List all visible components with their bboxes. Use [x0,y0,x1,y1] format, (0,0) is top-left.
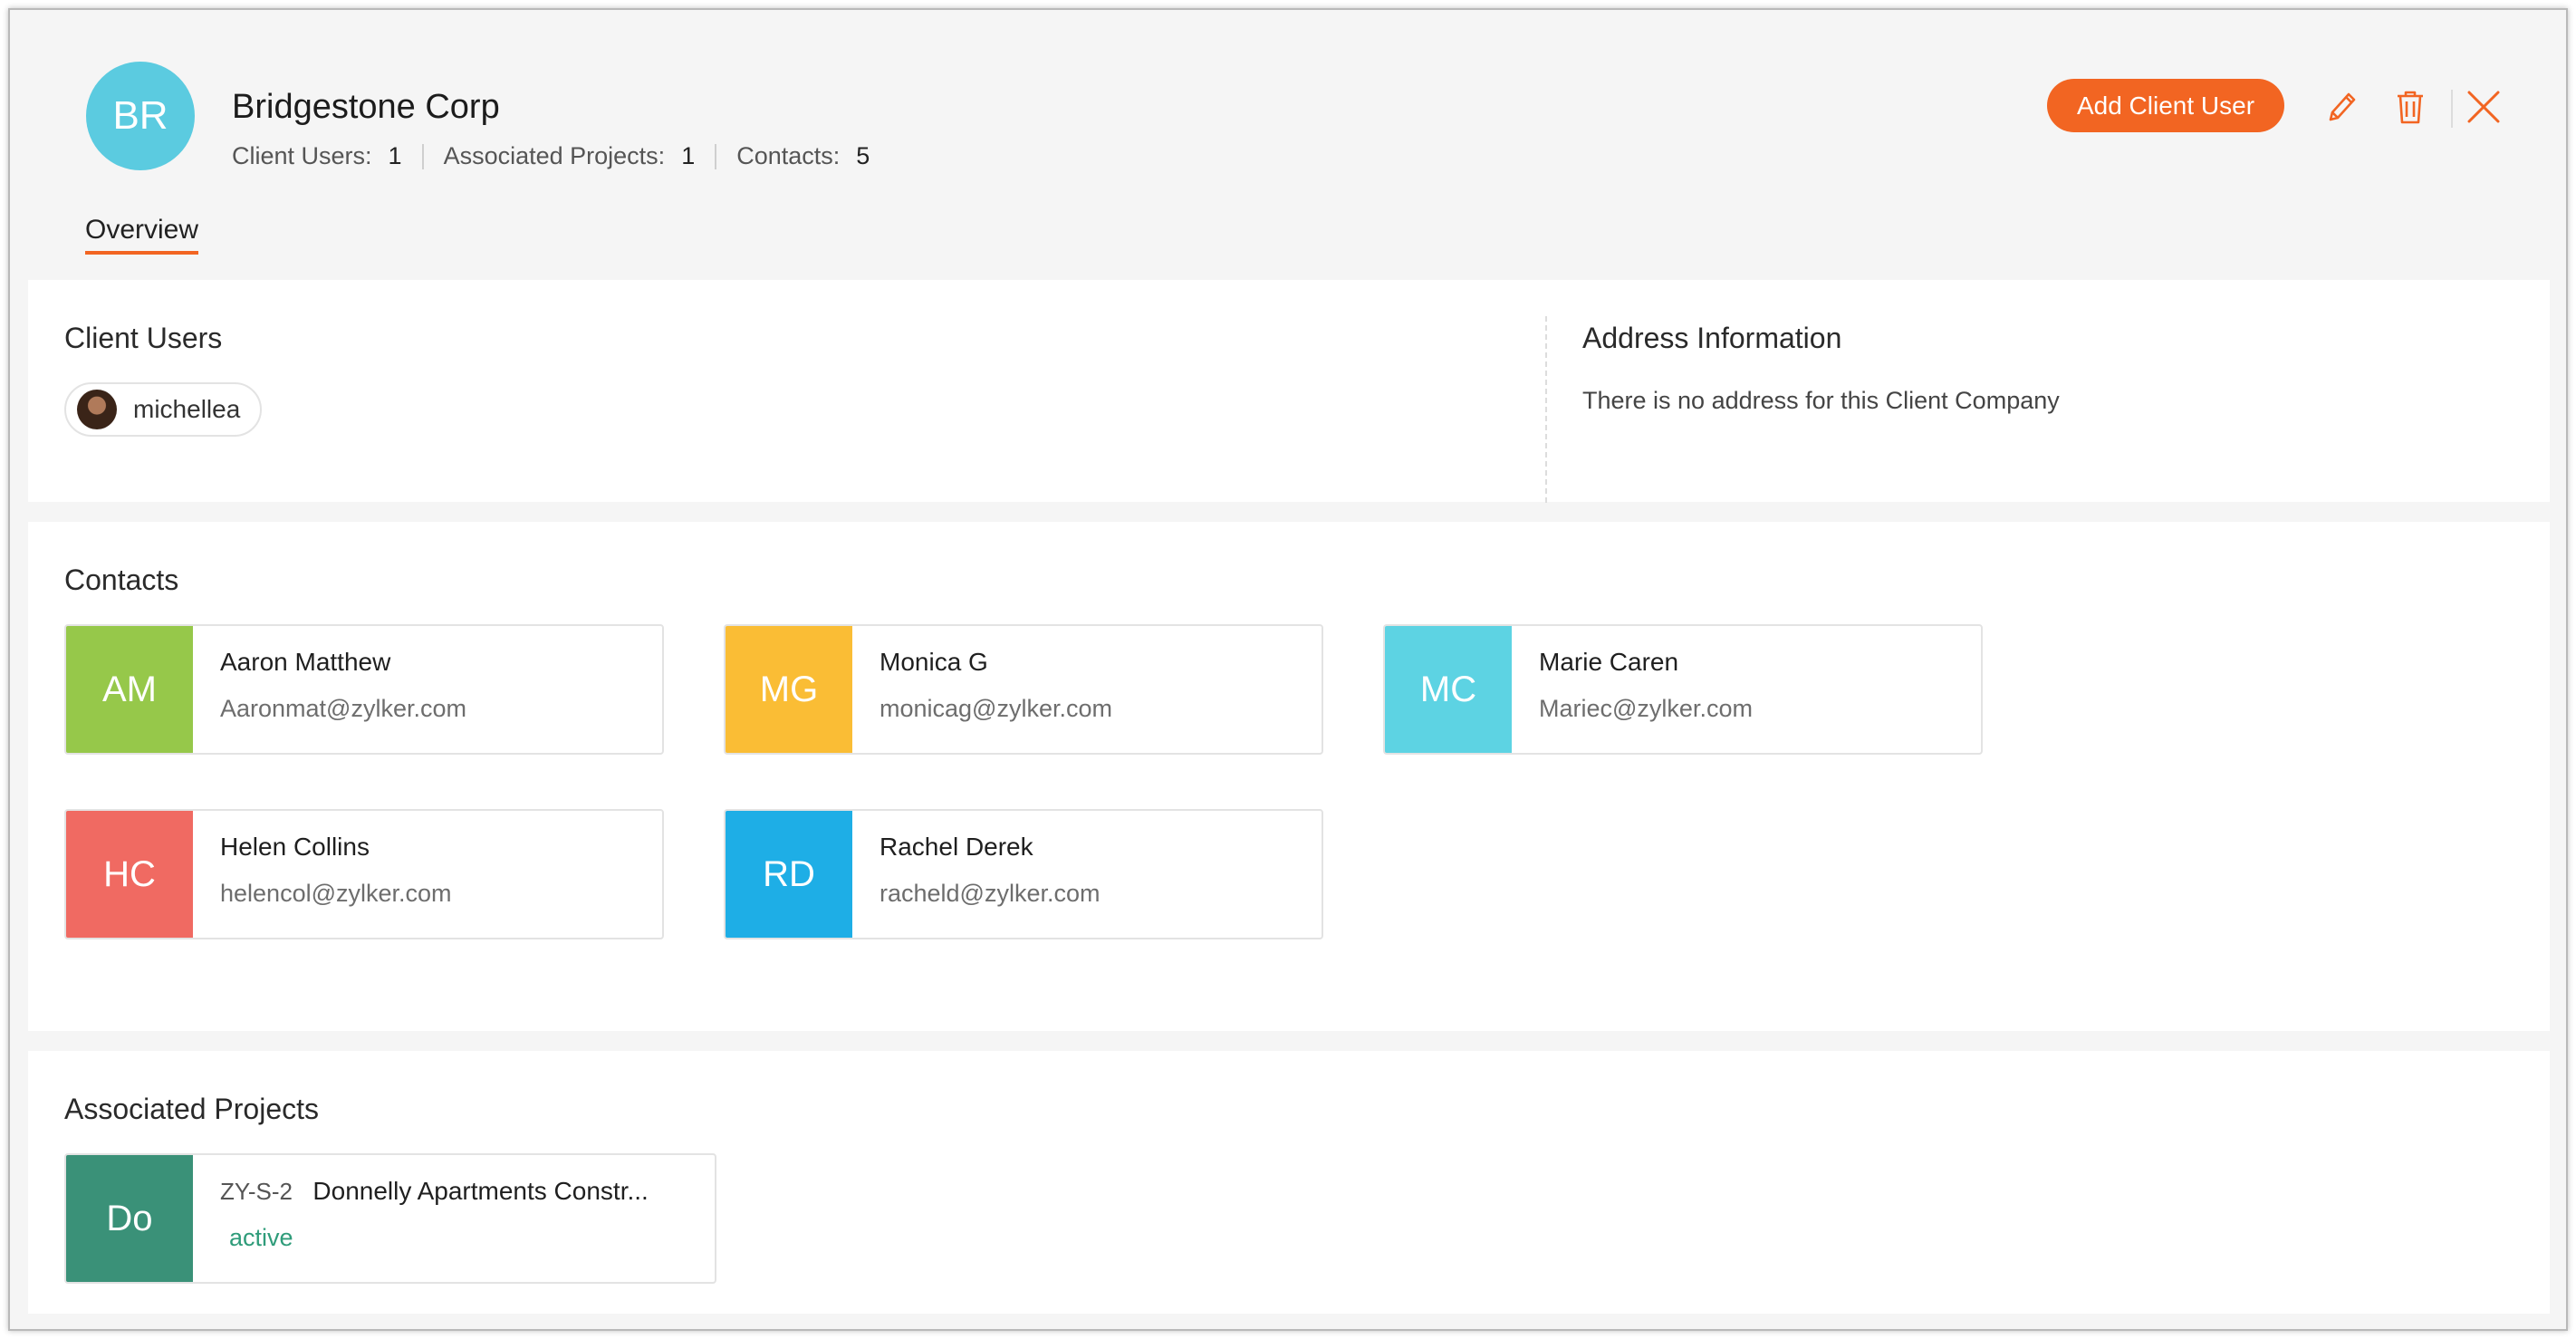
stat-contacts-value: 5 [856,142,870,169]
stat-divider [715,143,717,169]
address-title: Address Information [1582,322,1842,354]
contact-initials: AM [66,626,193,753]
contact-email: Aaronmat@zylker.com [220,695,466,722]
contact-name: Marie Caren [1539,648,1679,676]
stat-client-users-label: Client Users: [232,142,372,169]
project-status: active [229,1224,293,1251]
contacts-panel: Contacts AM Aaron Matthew Aaronmat@zylke… [28,522,2550,1031]
stat-divider [421,143,424,169]
pencil-icon [2329,92,2356,121]
contact-name: Rachel Derek [879,833,1033,861]
contact-card[interactable]: AM Aaron Matthew Aaronmat@zylker.com [64,624,664,755]
address-empty-message: There is no address for this Client Comp… [1582,387,2060,414]
trash-icon [2398,91,2423,124]
project-initials: Do [66,1155,193,1282]
tab-overview-label: Overview [85,215,199,245]
contact-name: Monica G [879,648,988,676]
company-name: Bridgestone Corp [232,88,500,126]
stat-client-users-value: 1 [388,142,402,169]
stat-associated-projects-label: Associated Projects: [443,142,666,169]
client-company-window: BR Bridgestone Corp Client Users: 1 Asso… [8,8,2568,1331]
contacts-title: Contacts [64,564,179,596]
associated-projects-panel: Associated Projects Do ZY-S-2 Donnelly A… [28,1051,2550,1314]
section-divider [1545,316,1547,503]
project-id: ZY-S-2 [220,1178,293,1205]
close-icon [2467,91,2500,123]
edit-button[interactable] [2321,86,2362,128]
client-users-title: Client Users [64,322,223,354]
contact-name: Helen Collins [220,833,370,861]
contact-email: helencol@zylker.com [220,880,452,907]
project-name: Donnelly Apartments Constr... [312,1177,649,1205]
header-divider [2451,90,2453,128]
contact-initials: MG [726,626,852,753]
contact-card[interactable]: HC Helen Collins helencol@zylker.com [64,809,664,939]
company-initials: BR [112,93,168,138]
stat-contacts-label: Contacts: [736,142,841,169]
contact-initials: MC [1385,626,1512,753]
contact-email: monicag@zylker.com [879,695,1112,722]
close-button[interactable] [2463,86,2504,128]
stat-associated-projects-value: 1 [681,142,696,169]
contact-initials: RD [726,811,852,938]
client-users-panel: Client Users michellea Address Informati… [28,280,2550,503]
contact-email: Mariec@zylker.com [1539,695,1753,722]
contact-email: racheld@zylker.com [879,880,1101,907]
associated-projects-title: Associated Projects [64,1093,320,1125]
client-user-name: michellea [133,395,241,423]
client-user-chip[interactable]: michellea [64,382,262,437]
project-card[interactable]: Do ZY-S-2 Donnelly Apartments Constr... … [64,1153,716,1284]
tab-overview[interactable]: Overview [85,215,199,255]
add-client-user-button[interactable]: Add Client User [2047,79,2284,132]
delete-button[interactable] [2389,86,2431,128]
contact-card[interactable]: RD Rachel Derek racheld@zylker.com [724,809,1323,939]
company-avatar: BR [86,62,195,170]
contact-initials: HC [66,811,193,938]
contact-card[interactable]: MC Marie Caren Mariec@zylker.com [1383,624,1983,755]
tab-active-indicator [85,251,199,255]
company-stats: Client Users: 1 Associated Projects: 1 C… [232,142,870,170]
contact-card[interactable]: MG Monica G monicag@zylker.com [724,624,1323,755]
contact-name: Aaron Matthew [220,648,391,676]
avatar [77,390,117,429]
